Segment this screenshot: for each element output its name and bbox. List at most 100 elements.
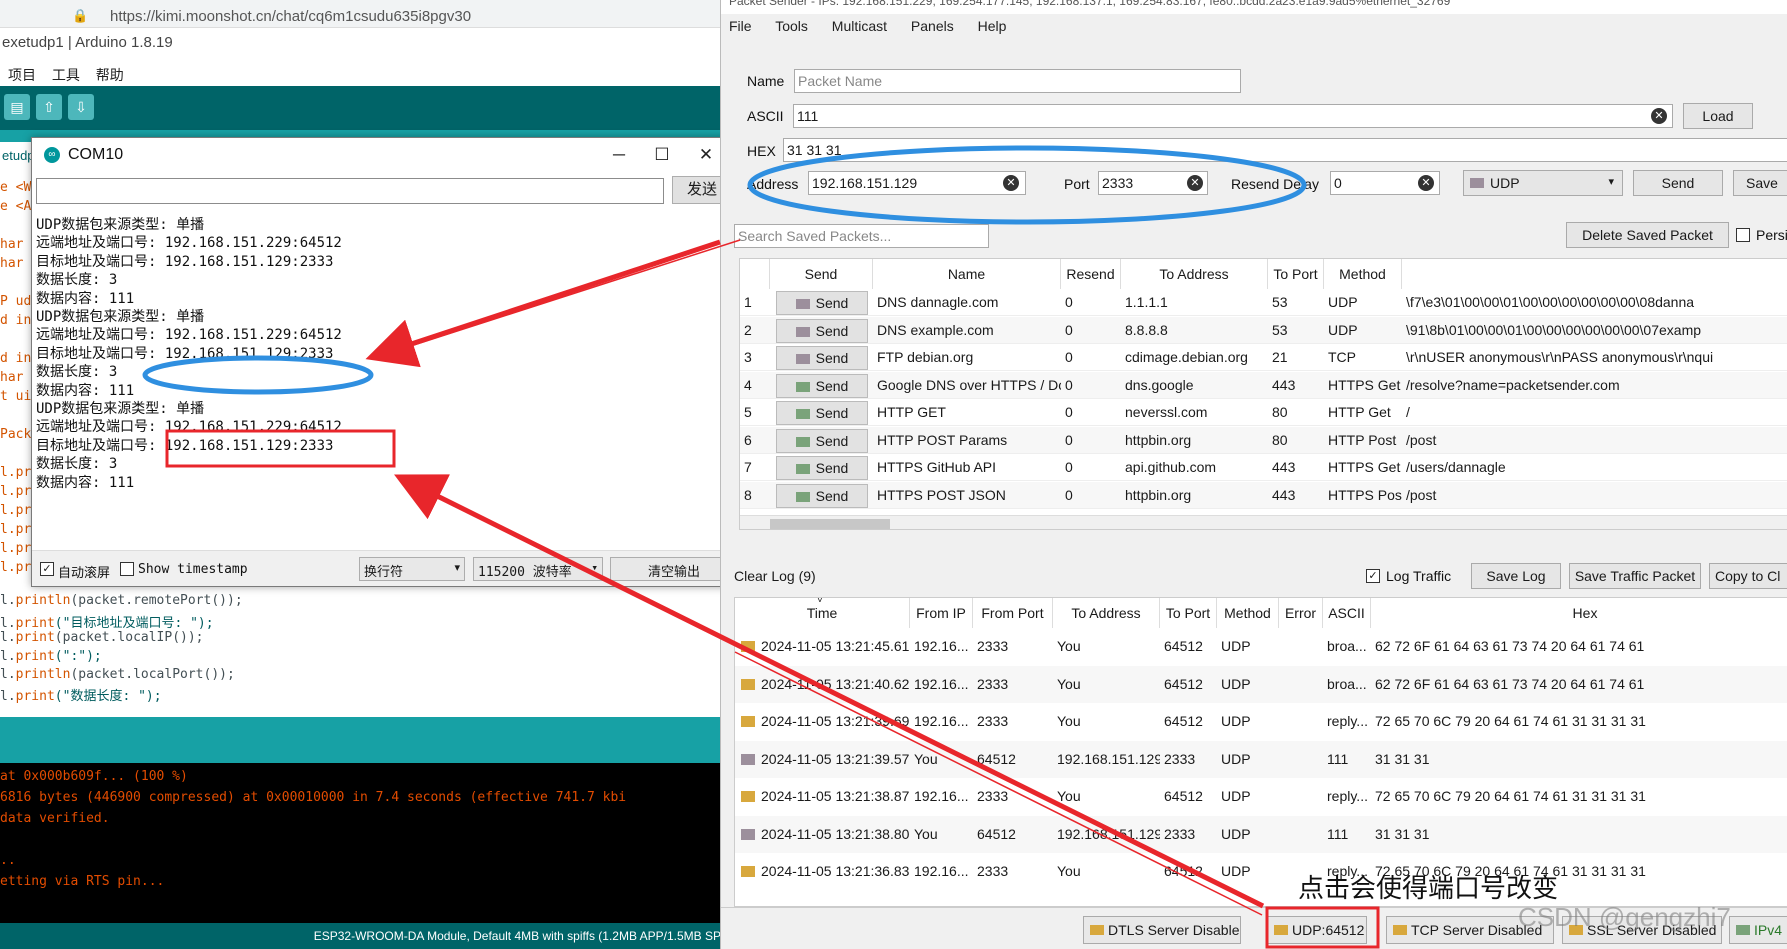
menu-panels[interactable]: Panels [911, 18, 954, 34]
saved-packet-row[interactable]: 5 HTTP GET 0 neverssl.com 80 HTTP Get / Send [740, 399, 1787, 426]
saved-packet-row[interactable]: 2 DNS example.com 0 8.8.8.8 53 UDP \91\8b\01\0… [740, 316, 1787, 344]
log-time: 2024-11-05 13:21:36.837 [761, 863, 910, 879]
minimize-icon[interactable]: ─ [597, 142, 641, 168]
save-log-button[interactable]: Save Log [1471, 563, 1561, 589]
timestamp-checkbox[interactable] [120, 562, 134, 576]
menu-tools[interactable]: 工具 [52, 67, 80, 83]
col-from-port[interactable]: From Port [973, 598, 1053, 628]
clear-address-icon[interactable]: ✕ [1003, 175, 1019, 191]
udp-port-button[interactable]: UDP:64512 [1267, 916, 1367, 944]
hscroll-thumb[interactable] [770, 519, 890, 529]
saved-packet-row[interactable]: 7 HTTPS GitHub API 0 api.github.com 443 HTTPS… [740, 454, 1787, 481]
log-row[interactable]: 2024-11-05 13:21:36.837 192.16... 2333 You 6… [735, 853, 1787, 890]
saved-packet-row[interactable]: 6 HTTP POST Params 0 httpbin.org 80 HTTP Post… [740, 426, 1787, 454]
sketch-tab[interactable]: etudp [0, 142, 35, 172]
to-port: 53 [1272, 294, 1288, 310]
line-ending-select[interactable]: 换行符 ▾ [359, 557, 465, 581]
persistent-checkbox[interactable] [1736, 228, 1750, 242]
network-icon [1736, 925, 1750, 935]
packet-data: /post [1406, 431, 1437, 448]
serial-icon[interactable]: ▤ [4, 94, 30, 120]
row-send-button[interactable]: Send [776, 318, 868, 343]
serial-send-input[interactable] [36, 178, 664, 204]
address-input[interactable]: 192.168.151.129 [808, 171, 1026, 195]
clear-output-button[interactable]: 清空输出 [610, 557, 738, 581]
col-from-ip[interactable]: From IP [910, 598, 973, 628]
packet-name-input[interactable]: Packet Name [794, 69, 1241, 93]
save-button[interactable]: Save [1733, 170, 1787, 196]
ascii-input[interactable]: 111 [793, 104, 1673, 128]
col-hex[interactable]: Hex [1371, 598, 1787, 628]
menu-file[interactable]: File [729, 18, 752, 34]
col-to-port[interactable]: To Port [1160, 598, 1217, 628]
log-row[interactable]: 2024-11-05 13:21:39.578 You 64512 192.168.1… [735, 740, 1787, 778]
log-hex: 72 65 70 6C 79 20 64 61 74 61 31 31 31 3… [1375, 713, 1646, 729]
save-traffic-button[interactable]: Save Traffic Packet [1569, 563, 1701, 589]
clear-log-button[interactable]: Clear Log (9) [734, 564, 834, 590]
row-send-button[interactable]: Send [776, 373, 868, 398]
saved-packet-row[interactable]: 8 HTTPS POST JSON 0 httpbin.org 443 HTTPS Pos… [740, 481, 1787, 509]
saved-packet-row[interactable]: 1 DNS dannagle.com 0 1.1.1.1 53 UDP \f7\e3\01\… [740, 289, 1787, 316]
log-row[interactable]: 2024-11-05 13:21:39.698 192.16... 2333 You 6… [735, 703, 1787, 740]
row-send-button[interactable]: Send [776, 483, 868, 508]
search-saved-input[interactable]: Search Saved Packets... [734, 224, 989, 248]
clear-resend-icon[interactable]: ✕ [1418, 175, 1434, 191]
menu-tools[interactable]: Tools [775, 18, 808, 34]
dtls-server-button[interactable]: DTLS Server Disabled [1083, 916, 1241, 944]
log-row[interactable]: 2024-11-05 13:21:38.875 192.16... 2333 You 6… [735, 778, 1787, 815]
log-from-port: 2333 [977, 863, 1009, 879]
col-to-address[interactable]: To Address [1121, 259, 1268, 289]
ipv4-mode-button[interactable]: IPv4 M [1729, 916, 1787, 944]
browser-address-bar[interactable]: 🔒 https://kimi.moonshot.cn/chat/cq6m1csu… [0, 0, 725, 28]
serial-output[interactable]: UDP数据包来源类型: 单播 远端地址及端口号: 192.168.151.229:… [34, 210, 722, 545]
autoscroll-checkbox[interactable]: ✓ [40, 562, 54, 576]
delete-saved-button[interactable]: Delete Saved Packet [1566, 222, 1729, 248]
row-send-button[interactable]: Send [776, 456, 868, 480]
col-time[interactable]: Time ˅ [735, 598, 910, 628]
col-name[interactable]: Name [873, 259, 1061, 289]
col-send[interactable]: Send [770, 259, 873, 289]
saved-hscrollbar[interactable] [740, 515, 1787, 529]
to-port: 443 [1272, 486, 1296, 503]
baud-rate-select[interactable]: 115200 波特率 ▾ [473, 557, 603, 581]
col-to-port[interactable]: To Port [1268, 259, 1324, 289]
row-send-button[interactable]: Send [776, 291, 868, 315]
arduino-menu-bar: 项目 工具 帮助 [8, 65, 136, 85]
send-button[interactable]: Send [1633, 170, 1723, 196]
log-ascii: reply... [1327, 713, 1368, 729]
col-resend[interactable]: Resend [1061, 259, 1121, 289]
menu-help[interactable]: 帮助 [96, 67, 124, 83]
maximize-icon[interactable]: ☐ [640, 142, 684, 168]
col-ascii[interactable]: ASCII [1323, 598, 1371, 628]
saved-packet-row[interactable]: 4 Google DNS over HTTPS / DoH 0 dns.google 4… [740, 371, 1787, 399]
copy-clipboard-button[interactable]: Copy to Cl [1709, 563, 1787, 589]
save-arrow-icon[interactable]: ⇩ [68, 94, 94, 120]
log-row[interactable]: 2024-11-05 13:21:40.629 192.16... 2333 You 6… [735, 665, 1787, 703]
packet-name: Google DNS over HTTPS / DoH [877, 376, 1061, 393]
board-info: ESP32-WROOM-DA Module, Default 4MB with … [313, 929, 721, 943]
to-address: httpbin.org [1125, 431, 1192, 448]
saved-packet-row[interactable]: 3 FTP debian.org 0 cdimage.debian.org 21 TCP \… [740, 344, 1787, 371]
menu-help[interactable]: Help [978, 18, 1007, 34]
log-traffic-checkbox[interactable]: ✓ [1366, 569, 1380, 583]
log-row[interactable]: 2024-11-05 13:21:38.802 You 64512 192.168.1… [735, 815, 1787, 853]
row-send-button[interactable]: Send [776, 346, 868, 370]
row-send-button[interactable]: Send [776, 428, 868, 453]
clear-port-icon[interactable]: ✕ [1187, 175, 1203, 191]
log-ascii: 111 [1327, 750, 1349, 767]
menu-project[interactable]: 项目 [8, 67, 36, 83]
col-to-address[interactable]: To Address [1053, 598, 1160, 628]
clear-ascii-icon[interactable]: ✕ [1651, 108, 1667, 124]
browser-url[interactable]: https://kimi.moonshot.cn/chat/cq6m1csudu… [110, 8, 471, 25]
col-method[interactable]: Method [1217, 598, 1279, 628]
method-select[interactable]: UDP ▾ [1463, 170, 1623, 196]
col-data[interactable] [1402, 259, 1787, 289]
log-row[interactable]: 2024-11-05 13:21:45.618 192.16... 2333 You 6… [735, 628, 1787, 665]
load-file-button[interactable]: Load [1683, 103, 1753, 129]
col-method[interactable]: Method [1324, 259, 1402, 289]
row-send-button[interactable]: Send [776, 401, 868, 425]
hex-input[interactable]: 31 31 31 [783, 138, 1787, 162]
menu-multicast[interactable]: Multicast [832, 18, 887, 34]
col-error[interactable]: Error [1279, 598, 1323, 628]
upload-arrow-icon[interactable]: ⇧ [36, 94, 62, 120]
